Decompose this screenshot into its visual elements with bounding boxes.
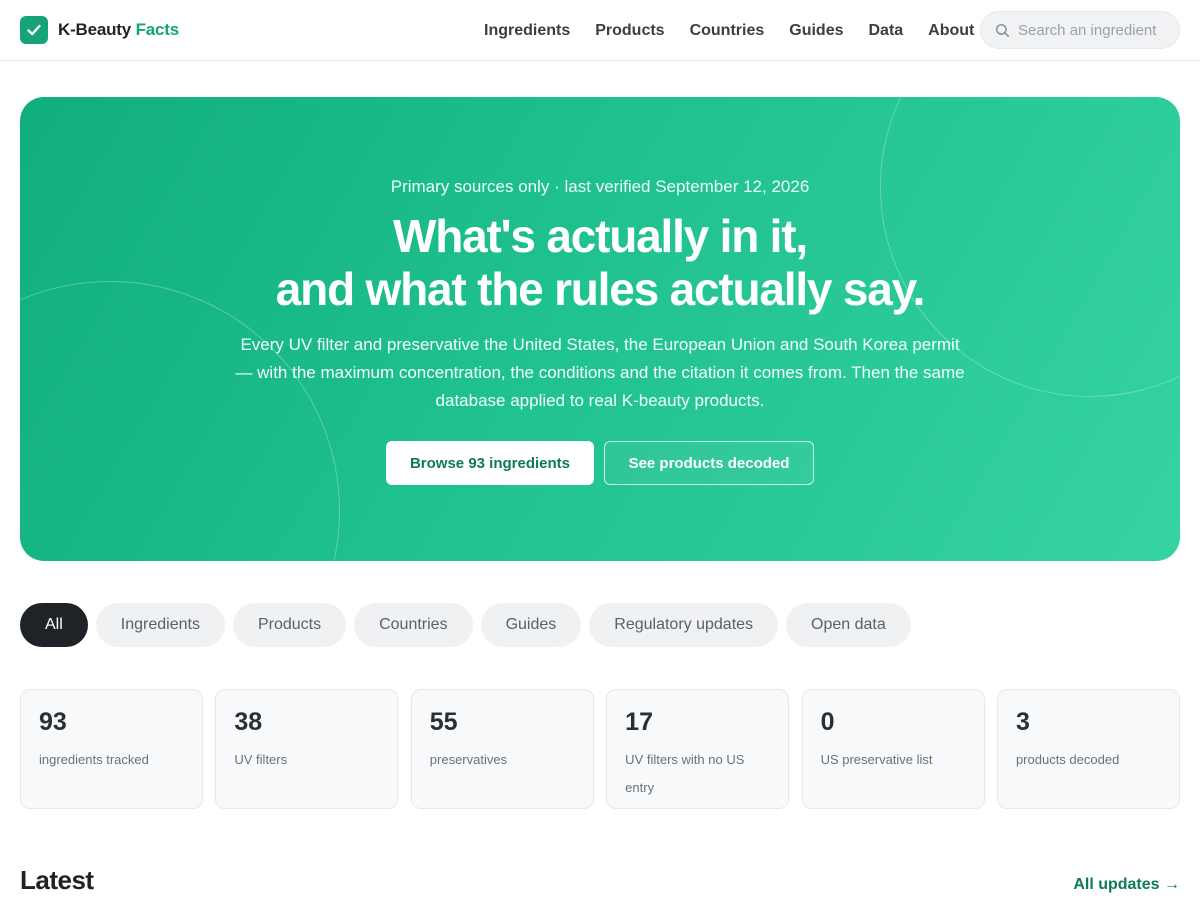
search-box[interactable]	[980, 11, 1180, 49]
filter-open-data[interactable]: Open data	[786, 603, 911, 647]
stat-label: US preservative list	[820, 752, 933, 767]
nav-guides[interactable]: Guides	[789, 22, 843, 40]
hero-banner: Primary sources only · last verified Sep…	[20, 97, 1180, 561]
stat-value: 0	[820, 708, 835, 736]
latest-heading: Latest	[20, 865, 94, 895]
filter-all[interactable]: All	[20, 603, 88, 647]
stat-card: 3 products decoded	[996, 689, 1180, 809]
nav-products[interactable]: Products	[595, 22, 664, 40]
hero-actions: Browse 93 ingredients See products decod…	[20, 441, 1180, 485]
stat-value: 38	[234, 708, 263, 736]
filter-countries[interactable]: Countries	[354, 603, 473, 647]
check-icon	[20, 16, 48, 44]
see-products-button[interactable]: See products decoded	[604, 441, 814, 485]
filter-products[interactable]: Products	[232, 603, 347, 647]
hero-title-line-2: and what the rules actually say.	[275, 263, 926, 315]
stat-value: 17	[625, 708, 653, 736]
stat-label: UV filters with no US entry	[625, 752, 745, 795]
stat-label: preservatives	[429, 752, 508, 767]
hero-description: Every UV filter and preservative the Uni…	[235, 335, 965, 410]
all-updates-link[interactable]: All updates →	[1073, 876, 1180, 894]
stat-card: 93 ingredients tracked	[20, 689, 203, 809]
stat-label: products decoded	[1015, 752, 1120, 767]
search-input[interactable]	[1018, 21, 1168, 39]
nav-about[interactable]: About	[928, 22, 974, 40]
hero-eyebrow: Primary sources only · last verified Sep…	[390, 177, 810, 196]
main-nav: Ingredients Products Countries Guides Da…	[484, 0, 974, 61]
stat-label: UV filters	[234, 752, 288, 767]
stat-card: 38 UV filters	[215, 689, 399, 809]
stat-value: 55	[429, 708, 458, 736]
brand-name: K-Beauty Facts	[58, 20, 180, 39]
stats-row: 93 ingredients tracked 38 UV filters 55 …	[20, 689, 1180, 809]
stat-value: 3	[1015, 708, 1030, 736]
decorative-ring	[20, 281, 340, 561]
nav-countries[interactable]: Countries	[690, 22, 765, 40]
brand-logo[interactable]: K-Beauty Facts	[20, 16, 179, 44]
filter-regulatory-updates[interactable]: Regulatory updates	[589, 603, 779, 647]
stat-card: 55 preservatives	[410, 689, 594, 809]
brand-accent: Facts	[135, 20, 180, 39]
nav-data[interactable]: Data	[868, 22, 903, 40]
stat-card: 0 US preservative list	[801, 689, 985, 809]
browse-ingredients-button[interactable]: Browse 93 ingredients	[386, 441, 594, 485]
search-icon	[995, 23, 1010, 37]
hero-title: What's actually in it, and what the rule…	[20, 210, 1180, 316]
stat-value: 93	[39, 708, 67, 736]
site-header: K-Beauty Facts Ingredients Products Coun…	[0, 0, 1200, 61]
filter-guides[interactable]: Guides	[480, 603, 582, 647]
filter-ingredients[interactable]: Ingredients	[95, 603, 225, 647]
stat-card: 17 UV filters with no US entry	[606, 689, 790, 809]
filter-tabs: All Ingredients Products Countries Guide…	[20, 603, 919, 647]
stat-label: ingredients tracked	[39, 752, 149, 767]
hero-title-line-1: What's actually in it,	[393, 210, 808, 262]
nav-ingredients[interactable]: Ingredients	[484, 22, 570, 40]
